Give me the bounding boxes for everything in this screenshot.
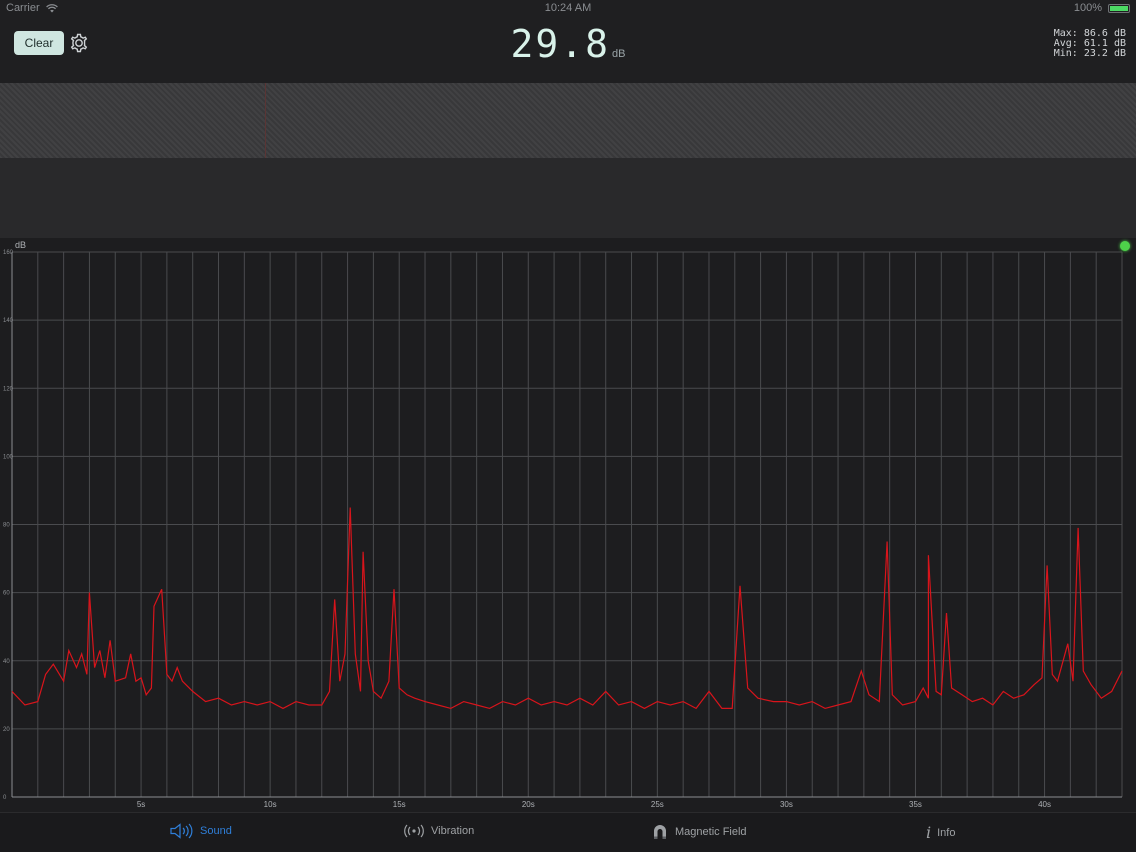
y-tick-label: 100 [3, 454, 14, 460]
y-tick-label: 60 [3, 591, 10, 597]
status-right: 100% [1074, 2, 1130, 14]
y-tick-label: 20 [3, 727, 10, 733]
x-tick-label: 40s [1038, 800, 1051, 809]
x-tick-label: 30s [780, 800, 793, 809]
tab-sound-label: Sound [200, 825, 232, 837]
live-indicator [1120, 241, 1130, 251]
tab-magnetic-label: Magnetic Field [675, 826, 747, 838]
tab-vibration[interactable]: Vibration [403, 823, 474, 839]
y-tick-label: 0 [3, 795, 7, 801]
tab-info-label: Info [937, 826, 956, 839]
x-tick-label: 5s [137, 800, 145, 809]
spacer-panel [0, 158, 1136, 238]
magnet-icon [654, 825, 666, 839]
stats-panel: Max: 86.6 dB Avg: 61.1 dB Min: 23.2 dB [1054, 29, 1126, 59]
level-bar [0, 83, 1136, 158]
level-unit: dB [612, 48, 626, 60]
tab-bar: Sound Vibration Magnetic Field i Info [0, 812, 1136, 852]
status-time: 10:24 AM [544, 2, 592, 14]
y-tick-label: 40 [3, 659, 10, 665]
x-tick-label: 20s [522, 800, 535, 809]
level-marker [265, 83, 266, 158]
x-tick-label: 10s [264, 800, 277, 809]
tab-info[interactable]: i Info [926, 823, 955, 842]
x-tick-label: 25s [651, 800, 664, 809]
toolbar: Clear 29.8 dB Max: 86.6 dB Avg: 61.1 dB M… [0, 18, 1136, 82]
battery-icon [1108, 3, 1130, 13]
y-tick-label: 80 [3, 523, 10, 529]
y-axis-label: dB [15, 240, 26, 250]
sound-level-trace [11, 507, 1123, 710]
decibel-chart: 0 20 40 60 80 100 120 140 160dB 5s 10s 15s 20s 25s 30s… [3, 240, 1123, 809]
chart-panel: 0 20 40 60 80 100 120 140 160 dB 5s 10s 15s 20s 25s 30s… [0, 238, 1136, 812]
info-icon: i [926, 823, 932, 842]
battery-percent: 100% [1073, 2, 1102, 14]
tab-vibration-label: Vibration [431, 825, 475, 837]
x-tick-label: 35s [909, 800, 922, 809]
tab-sound[interactable]: Sound [170, 823, 232, 839]
y-tick-label: 120 [3, 386, 14, 392]
tab-magnetic-field[interactable]: Magnetic Field [651, 823, 747, 841]
y-tick-label: 140 [3, 318, 14, 324]
x-tick-label: 15s [393, 800, 406, 809]
level-value: 29.8 [510, 22, 611, 66]
status-bar: Carrier 10:24 AM 100% [0, 0, 1136, 18]
speaker-icon [170, 823, 193, 839]
level-readout: 29.8 dB [0, 22, 1136, 66]
stat-min: Min: 23.2 dB [1053, 48, 1126, 59]
y-tick-label: 160 [3, 250, 14, 256]
vibration-icon [404, 824, 424, 838]
